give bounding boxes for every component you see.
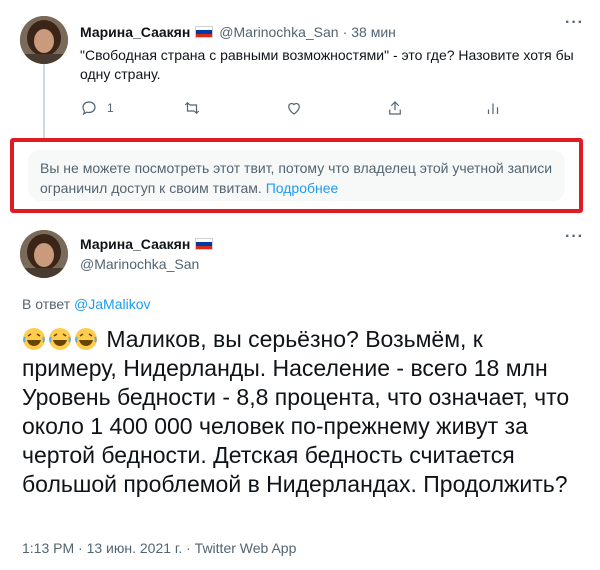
joy-emoji <box>49 328 71 350</box>
author-name[interactable]: Марина_Саакян <box>80 24 190 40</box>
reply-count: 1 <box>107 101 114 115</box>
joy-emoji <box>23 328 45 350</box>
russia-flag-icon <box>195 238 214 250</box>
like-icon <box>288 102 300 115</box>
thread-line <box>43 64 45 138</box>
russia-flag-icon <box>195 26 214 38</box>
retweet-icon <box>184 101 200 115</box>
reply-icon <box>82 101 96 116</box>
tweet-text: "Свободная страна с равными возможностям… <box>80 47 574 82</box>
reply-context: В ответ @JaMalikov <box>22 296 150 312</box>
more-icon[interactable]: ··· <box>565 14 584 32</box>
tweet-actions: 1 <box>80 96 500 120</box>
reply-to-link[interactable]: @JaMalikov <box>74 296 150 312</box>
tweet-text: Маликов, вы серьёзно? Возьмём, к примеру… <box>22 325 582 499</box>
tweet-source[interactable]: Twitter Web App <box>195 540 297 556</box>
author-name-row: Марина_Саакян <box>80 236 219 252</box>
retweet-button[interactable] <box>183 96 201 120</box>
analytics-button[interactable] <box>484 96 502 120</box>
highlight-frame: Вы не можете посмотреть этот твит, потом… <box>10 138 583 213</box>
analytics-icon <box>487 103 499 114</box>
share-icon <box>389 101 401 115</box>
timestamp[interactable]: 38 мин <box>351 24 396 40</box>
learn-more-link[interactable]: Подробнее <box>266 180 339 196</box>
reply-prefix: В ответ <box>22 296 71 312</box>
reply-button[interactable]: 1 <box>80 96 114 120</box>
author-handle[interactable]: @Marinochka_San <box>80 256 199 272</box>
share-button[interactable] <box>386 96 404 120</box>
joy-emoji <box>75 328 97 350</box>
avatar[interactable] <box>20 16 68 64</box>
tweet-body: Маликов, вы серьёзно? Возьмём, к примеру… <box>22 326 570 497</box>
separator: · <box>186 540 191 556</box>
restricted-notice: Вы не можете посмотреть этот твит, потом… <box>28 150 565 201</box>
tweet-time[interactable]: 1:13 PM <box>22 540 74 556</box>
like-button[interactable] <box>285 96 303 120</box>
tweet-header: Марина_Саакян @Marinochka_San · 38 мин <box>80 24 396 40</box>
avatar[interactable] <box>20 230 68 278</box>
tweet-date[interactable]: 13 июн. 2021 г. <box>87 540 183 556</box>
tweet-metadata: 1:13 PM · 13 июн. 2021 г. · Twitter Web … <box>22 540 296 556</box>
separator: · <box>78 540 83 556</box>
separator: · <box>342 24 348 40</box>
author-name[interactable]: Марина_Саакян <box>80 236 190 252</box>
more-icon[interactable]: ··· <box>565 228 584 246</box>
author-handle[interactable]: @Marinochka_San <box>219 24 338 40</box>
